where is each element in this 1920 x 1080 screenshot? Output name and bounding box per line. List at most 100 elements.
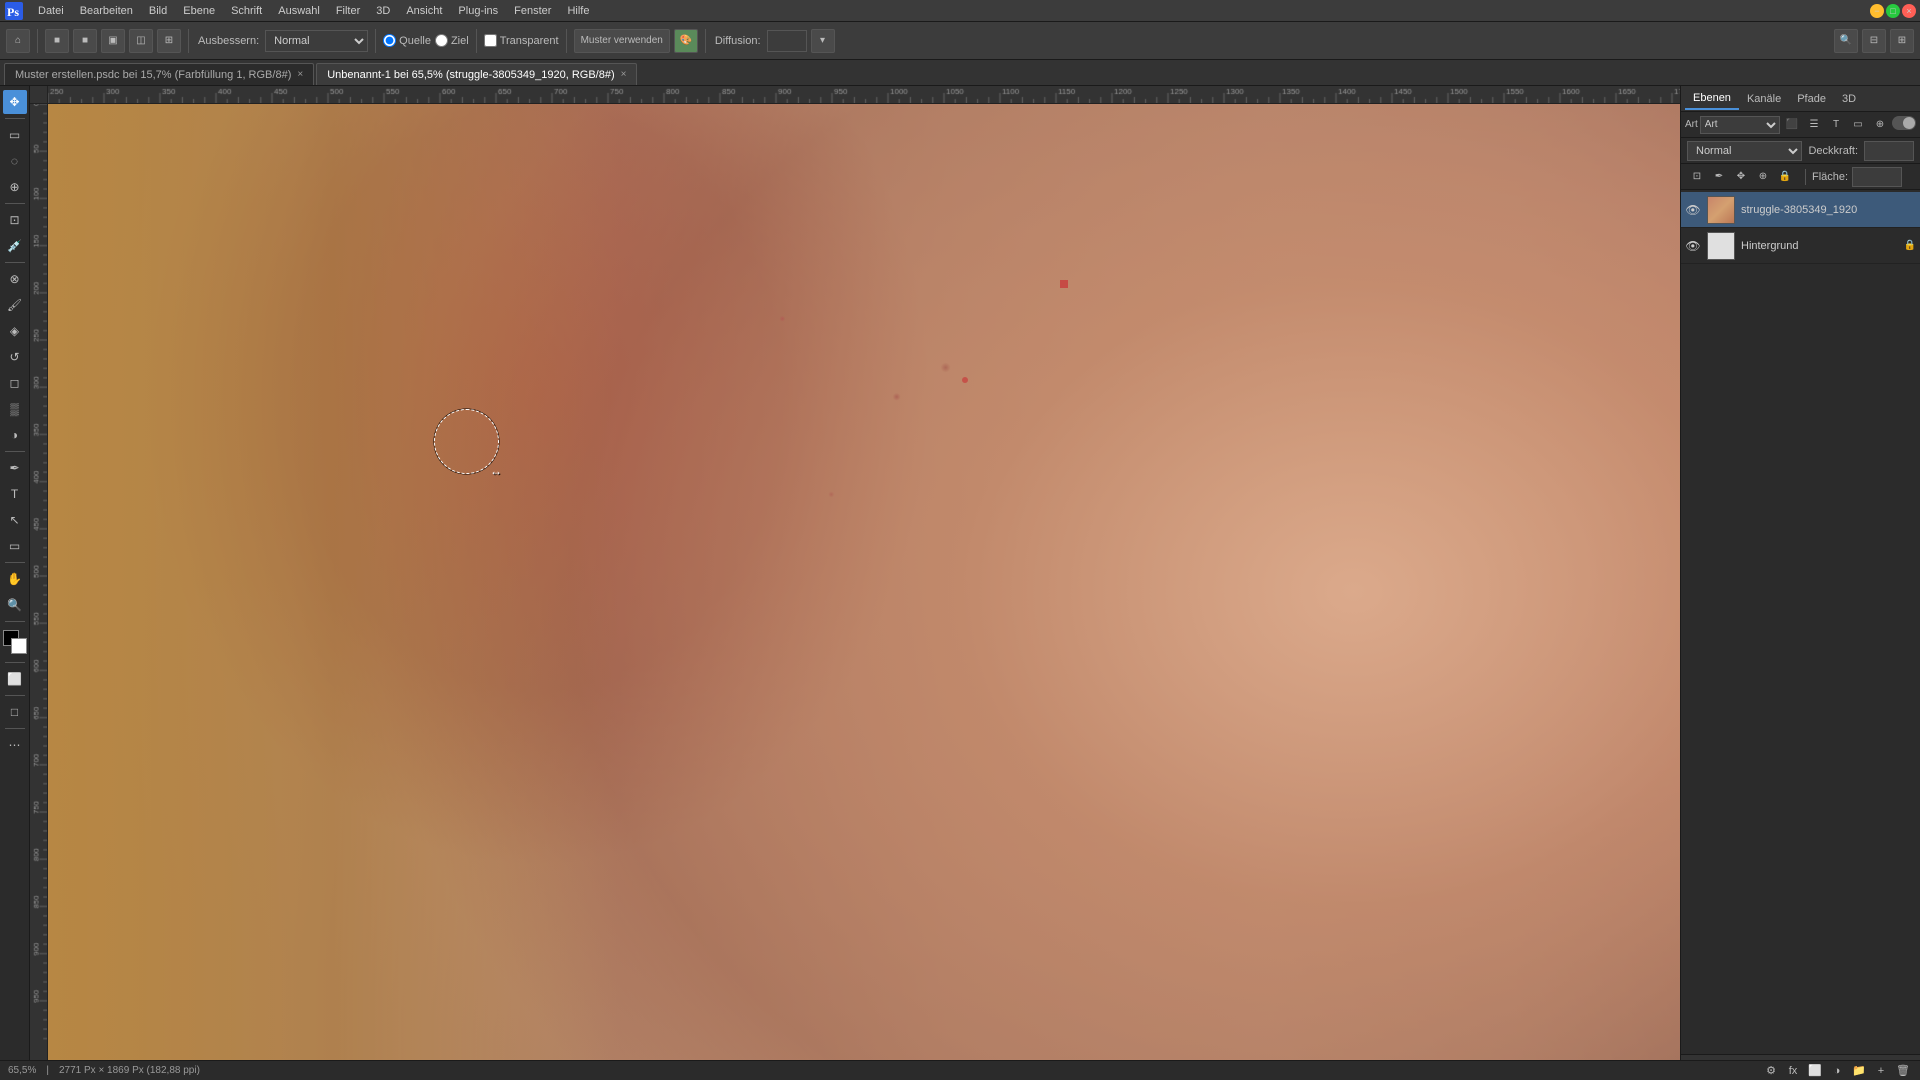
status-icon-6[interactable]: + xyxy=(1872,1062,1890,1080)
home-button[interactable]: ⌂ xyxy=(6,29,30,53)
quelle-checkbox[interactable]: Quelle xyxy=(383,34,431,47)
shape-tool[interactable]: ▭ xyxy=(3,534,27,558)
menu-auswahl[interactable]: Auswahl xyxy=(270,3,328,19)
acne-1 xyxy=(1060,280,1068,288)
tab-unbenannt[interactable]: Unbenannt-1 bei 65,5% (struggle-3805349_… xyxy=(316,63,637,85)
blend-mode-select[interactable]: Normal xyxy=(1687,141,1802,161)
status-icon-2[interactable]: fx xyxy=(1784,1062,1802,1080)
lock-pixel-btn[interactable]: ✒ xyxy=(1709,168,1729,186)
mask-mode-tool[interactable]: ⬜ xyxy=(3,667,27,691)
quick-select-tool[interactable]: ⊕ xyxy=(3,175,27,199)
menu-3d[interactable]: 3D xyxy=(368,3,398,19)
menu-filter[interactable]: Filter xyxy=(328,3,368,19)
panel-tab-pfade[interactable]: Pfade xyxy=(1789,89,1834,109)
tab-muster[interactable]: Muster erstellen.psdc bei 15,7% (Farbfül… xyxy=(4,63,314,85)
zoom-tool[interactable]: 🔍 xyxy=(3,593,27,617)
canvas-viewport[interactable]: ↔ xyxy=(48,104,1680,1080)
layout-icon[interactable]: ⊞ xyxy=(1890,29,1914,53)
status-icon-3[interactable]: ⬜ xyxy=(1806,1062,1824,1080)
clone-tool[interactable]: ◈ xyxy=(3,319,27,343)
filter-type-select[interactable]: Art xyxy=(1700,116,1780,134)
muster-icon-btn[interactable]: 🎨 xyxy=(674,29,698,53)
screen-mode-tool[interactable]: □ xyxy=(3,700,27,724)
flaeche-input[interactable]: 100% xyxy=(1852,167,1902,187)
menu-fenster[interactable]: Fenster xyxy=(506,3,559,19)
status-icon-4[interactable]: ◑ xyxy=(1828,1062,1846,1080)
menu-plugins[interactable]: Plug-ins xyxy=(450,3,506,19)
dodge-tool[interactable]: ◑ xyxy=(3,423,27,447)
transparent-checkbox[interactable]: Transparent xyxy=(484,34,559,47)
menu-ebene[interactable]: Ebene xyxy=(175,3,223,19)
lock-transparent-btn[interactable]: ⊡ xyxy=(1687,168,1707,186)
menu-hilfe[interactable]: Hilfe xyxy=(559,3,597,19)
muster-btn[interactable]: Muster verwenden xyxy=(574,29,670,53)
zoom-level: 65,5% xyxy=(8,1065,36,1076)
type-tool[interactable]: T xyxy=(3,482,27,506)
ziel-checkbox[interactable]: Ziel xyxy=(435,34,469,47)
tool-option-3[interactable]: ▣ xyxy=(101,29,125,53)
toolbar-sep-6 xyxy=(705,29,706,53)
lasso-tool[interactable]: ◌ xyxy=(3,149,27,173)
status-icon-7[interactable]: 🗑 xyxy=(1894,1062,1912,1080)
background-color[interactable] xyxy=(11,638,27,654)
status-icon-1[interactable]: ⚙ xyxy=(1762,1062,1780,1080)
filter-adjust-btn[interactable]: ☰ xyxy=(1804,116,1824,134)
menu-datei[interactable]: Datei xyxy=(30,3,72,19)
layer-visibility-1[interactable]: 👁 xyxy=(1685,202,1701,218)
gradient-tool[interactable]: ▒ xyxy=(3,397,27,421)
tool-option-4[interactable]: ◫ xyxy=(129,29,153,53)
menu-schrift[interactable]: Schrift xyxy=(223,3,270,19)
ruler-corner xyxy=(30,86,48,104)
crop-tool[interactable]: ⊡ xyxy=(3,208,27,232)
menu-bearbeiten[interactable]: Bearbeiten xyxy=(72,3,141,19)
extra-options-tool[interactable]: ⋯ xyxy=(3,733,27,757)
filter-pixel-btn[interactable]: ⬛ xyxy=(1782,116,1802,134)
filter-type-btn[interactable]: T xyxy=(1826,116,1846,134)
menu-bild[interactable]: Bild xyxy=(141,3,175,19)
filter-toggle[interactable] xyxy=(1892,116,1916,130)
filter-shape-btn[interactable]: ▭ xyxy=(1848,116,1868,134)
eyedropper-tool[interactable]: 💉 xyxy=(3,234,27,258)
marquee-tool[interactable]: ▭ xyxy=(3,123,27,147)
diffusion-dropdown[interactable]: ▾ xyxy=(811,29,835,53)
panel-tabs: Ebenen Kanäle Pfade 3D xyxy=(1681,86,1920,112)
layer-item-hintergrund[interactable]: 👁 Hintergrund 🔒 xyxy=(1681,228,1920,264)
tab-muster-close[interactable]: × xyxy=(297,69,303,80)
layer-visibility-2[interactable]: 👁 xyxy=(1685,238,1701,254)
tool-option-1[interactable]: ■ xyxy=(45,29,69,53)
panel-tab-kanaele[interactable]: Kanäle xyxy=(1739,89,1789,109)
eraser-tool[interactable]: ◻ xyxy=(3,371,27,395)
brush-tool[interactable]: 🖌 xyxy=(3,293,27,317)
deckkraft-input[interactable]: 100% xyxy=(1864,141,1914,161)
path-select-tool[interactable]: ↖ xyxy=(3,508,27,532)
hand-tool[interactable]: ✋ xyxy=(3,567,27,591)
mode-select[interactable]: Normal Inhaltsbewusst xyxy=(265,30,368,52)
history-brush-tool[interactable]: ↺ xyxy=(3,345,27,369)
search-icon[interactable]: 🔍 xyxy=(1834,29,1858,53)
lock-position-btn[interactable]: ✥ xyxy=(1731,168,1751,186)
tool-sep-6 xyxy=(5,621,25,622)
lock-artboard-btn[interactable]: ⊕ xyxy=(1753,168,1773,186)
tool-option-5[interactable]: ⊞ xyxy=(157,29,181,53)
minimize-button[interactable]: − xyxy=(1870,4,1884,18)
photo-canvas: ↔ xyxy=(48,104,1680,1080)
tool-sep-7 xyxy=(5,662,25,663)
status-icon-5[interactable]: 📁 xyxy=(1850,1062,1868,1080)
panel-tab-3d[interactable]: 3D xyxy=(1834,89,1864,109)
layer-item-struggle[interactable]: 👁 struggle-3805349_1920 xyxy=(1681,192,1920,228)
lock-all-btn[interactable]: 🔒 xyxy=(1775,168,1795,186)
toolbar-sep-3 xyxy=(375,29,376,53)
menu-ansicht[interactable]: Ansicht xyxy=(398,3,450,19)
statusbar: 65,5% | 2771 Px × 1869 Px (182,88 ppi) ⚙… xyxy=(0,1060,1920,1080)
maximize-button[interactable]: □ xyxy=(1886,4,1900,18)
arrange-icon[interactable]: ⊟ xyxy=(1862,29,1886,53)
diffusion-input[interactable]: 5 xyxy=(767,30,807,52)
pen-tool[interactable]: ✒ xyxy=(3,456,27,480)
close-button[interactable]: × xyxy=(1902,4,1916,18)
panel-tab-ebenen[interactable]: Ebenen xyxy=(1685,88,1739,110)
spot-heal-tool[interactable]: ⊗ xyxy=(3,267,27,291)
tool-option-2[interactable]: ■ xyxy=(73,29,97,53)
move-tool[interactable]: ✥ xyxy=(3,90,27,114)
tab-unbenannt-close[interactable]: × xyxy=(621,69,627,80)
filter-smart-btn[interactable]: ⊕ xyxy=(1870,116,1890,134)
